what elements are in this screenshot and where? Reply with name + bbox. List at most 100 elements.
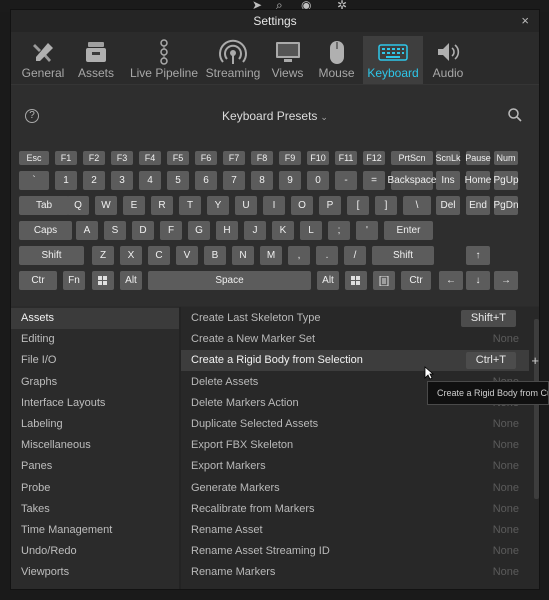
action-row[interactable]: Duplicate Selected Assets None: [181, 414, 529, 435]
key[interactable]: 8: [251, 171, 273, 190]
action-row[interactable]: Rename Asset Streaming ID None: [181, 541, 529, 562]
keyboard-presets-dropdown[interactable]: Keyboard Presets ⌄: [11, 109, 539, 123]
key[interactable]: Caps: [19, 221, 72, 240]
key[interactable]: PgUp: [494, 171, 519, 190]
key[interactable]: D: [132, 221, 154, 240]
tab-mouse[interactable]: Mouse: [314, 36, 359, 84]
key[interactable]: J: [244, 221, 266, 240]
key[interactable]: F3: [111, 151, 133, 165]
key[interactable]: R: [151, 196, 173, 215]
key[interactable]: Q: [67, 196, 89, 215]
key[interactable]: K: [272, 221, 294, 240]
key[interactable]: Shift: [372, 246, 434, 265]
tab-general[interactable]: General: [16, 36, 70, 84]
category-item[interactable]: Viewports: [11, 562, 179, 583]
category-item[interactable]: Undo/Redo: [11, 541, 179, 562]
category-item[interactable]: Probe: [11, 478, 179, 499]
windows-key[interactable]: [92, 271, 114, 290]
windows-key[interactable]: [345, 271, 367, 290]
category-item[interactable]: Takes: [11, 499, 179, 520]
key[interactable]: ↓: [466, 271, 490, 290]
key[interactable]: X: [120, 246, 142, 265]
key[interactable]: Num: [494, 151, 518, 165]
shortcut-badge[interactable]: None: [493, 502, 519, 517]
shortcut-badge[interactable]: None: [493, 565, 519, 580]
add-shortcut-icon[interactable]: +: [531, 350, 539, 371]
key[interactable]: Y: [207, 196, 229, 215]
key[interactable]: H: [216, 221, 238, 240]
category-item[interactable]: Miscellaneous: [11, 435, 179, 456]
key[interactable]: =: [363, 171, 385, 190]
key[interactable]: F1: [55, 151, 77, 165]
key[interactable]: G: [188, 221, 210, 240]
key[interactable]: F7: [223, 151, 245, 165]
key[interactable]: Alt: [317, 271, 339, 290]
key[interactable]: Ins: [436, 171, 460, 190]
key[interactable]: E: [123, 196, 145, 215]
key[interactable]: F8: [251, 151, 273, 165]
key[interactable]: F2: [83, 151, 105, 165]
menu-key[interactable]: [373, 271, 395, 290]
action-row[interactable]: Create Last Skeleton Type Shift+T: [181, 308, 529, 329]
category-item[interactable]: Assets: [11, 308, 179, 329]
key[interactable]: 1: [55, 171, 77, 190]
key[interactable]: T: [179, 196, 201, 215]
tab-streaming[interactable]: Streaming: [204, 36, 262, 84]
key[interactable]: Alt: [120, 271, 142, 290]
key[interactable]: ScnLk: [436, 151, 461, 165]
key[interactable]: /: [344, 246, 366, 265]
key[interactable]: F11: [335, 151, 357, 165]
tab-views[interactable]: Views: [265, 36, 310, 84]
key[interactable]: `: [19, 171, 49, 190]
key[interactable]: Esc: [19, 151, 49, 165]
key[interactable]: U: [235, 196, 257, 215]
key[interactable]: [: [347, 196, 369, 215]
close-icon[interactable]: ×: [521, 13, 529, 28]
key[interactable]: ;: [328, 221, 350, 240]
key[interactable]: →: [494, 271, 518, 290]
category-item[interactable]: File I/O: [11, 350, 179, 371]
action-row[interactable]: Export FBX Skeleton None: [181, 435, 529, 456]
key[interactable]: End: [466, 196, 490, 215]
key[interactable]: .: [316, 246, 338, 265]
key[interactable]: Ctr: [401, 271, 431, 290]
category-item[interactable]: Interface Layouts: [11, 393, 179, 414]
key[interactable]: B: [204, 246, 226, 265]
shortcut-badge[interactable]: None: [493, 332, 519, 347]
key[interactable]: Fn: [63, 271, 85, 290]
shortcut-badge[interactable]: None: [493, 544, 519, 559]
key[interactable]: Ctr: [19, 271, 57, 290]
key[interactable]: N: [232, 246, 254, 265]
key[interactable]: 3: [111, 171, 133, 190]
shortcut-badge[interactable]: None: [493, 523, 519, 538]
key[interactable]: W: [95, 196, 117, 215]
key[interactable]: Del: [436, 196, 460, 215]
key[interactable]: P: [319, 196, 341, 215]
key[interactable]: M: [260, 246, 282, 265]
tab-assets[interactable]: Assets: [72, 36, 120, 84]
key[interactable]: L: [300, 221, 322, 240]
key[interactable]: F12: [363, 151, 385, 165]
key[interactable]: 5: [167, 171, 189, 190]
key[interactable]: 9: [279, 171, 301, 190]
category-item[interactable]: Panes: [11, 456, 179, 477]
key[interactable]: PgDn: [494, 196, 519, 215]
shortcut-badge[interactable]: None: [493, 438, 519, 453]
key[interactable]: F9: [279, 151, 301, 165]
shortcut-badge[interactable]: None: [493, 481, 519, 496]
action-row[interactable]: Create a Rigid Body from Selection Ctrl+T…: [181, 350, 539, 372]
key[interactable]: \: [403, 196, 431, 215]
key[interactable]: Tab: [19, 196, 69, 215]
key[interactable]: Pause: [465, 151, 491, 165]
key[interactable]: PrtScn: [391, 151, 433, 165]
category-item[interactable]: Editing: [11, 329, 179, 350]
category-item[interactable]: Labeling: [11, 414, 179, 435]
key[interactable]: Home: [465, 171, 491, 190]
key[interactable]: V: [176, 246, 198, 265]
key[interactable]: F4: [139, 151, 161, 165]
action-row[interactable]: Export Markers None: [181, 456, 529, 477]
action-row[interactable]: Rename Asset None: [181, 520, 529, 541]
shortcut-badge[interactable]: Ctrl+T: [465, 352, 516, 370]
key[interactable]: I: [263, 196, 285, 215]
search-icon[interactable]: [507, 107, 523, 123]
